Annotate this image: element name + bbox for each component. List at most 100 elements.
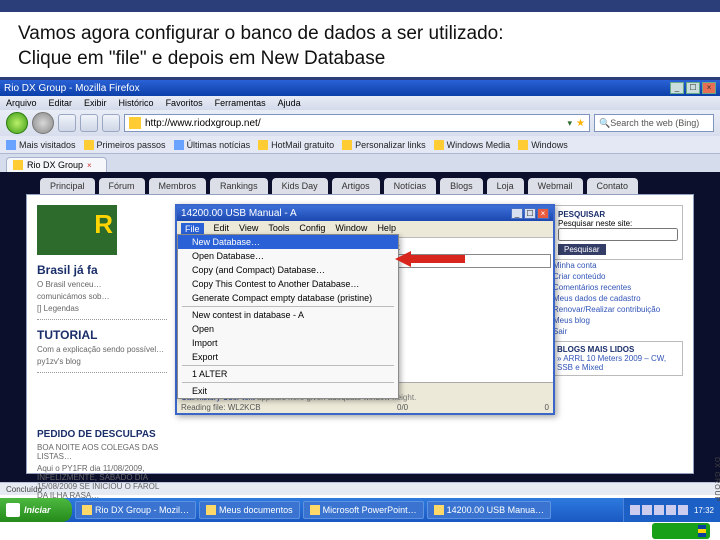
link-my-account[interactable]: Minha conta <box>553 260 683 271</box>
link-my-blog[interactable]: Meus blog <box>553 315 683 326</box>
firefox-menubar: Arquivo Editar Exibir Histórico Favorito… <box>0 96 720 110</box>
page-icon <box>258 140 268 150</box>
n1mm-window: 14200.00 USB Manual - A _ ☐ × File Edit … <box>175 204 555 415</box>
tab-close-icon[interactable]: × <box>87 161 92 170</box>
nav-kidsday[interactable]: Kids Day <box>272 178 328 194</box>
bm-latest-news[interactable]: Últimas notícias <box>174 140 251 150</box>
nav-webmail[interactable]: Webmail <box>528 178 583 194</box>
site-favicon <box>129 117 141 129</box>
star-icon[interactable]: ★ <box>576 118 585 129</box>
nav-loja[interactable]: Loja <box>487 178 524 194</box>
link-create-content[interactable]: Criar conteúdo <box>553 271 683 282</box>
tray-icon[interactable] <box>678 505 688 515</box>
headline: Brasil já fa <box>37 263 167 277</box>
firefox-titlebar: Rio DX Group - Mozilla Firefox _ ☐ × <box>0 80 720 96</box>
nav-noticias[interactable]: Notícias <box>384 178 437 194</box>
link-my-data[interactable]: Meus dados de cadastro <box>553 293 683 304</box>
app-icon <box>434 505 444 515</box>
reload-button[interactable] <box>58 114 76 132</box>
browser-tab[interactable]: Rio DX Group × <box>6 157 107 172</box>
legendas-link[interactable]: [] Legendas <box>37 304 167 313</box>
menu-new-contest[interactable]: New contest in database - A <box>178 308 398 322</box>
box-heading: BLOGS MAIS LIDOS <box>557 345 679 354</box>
search-engine-icon: 🔍 <box>599 118 610 129</box>
minimize-button[interactable]: _ <box>670 82 684 94</box>
menu-bookmarks[interactable]: Favoritos <box>166 98 203 108</box>
start-label: Iniciar <box>24 505 51 515</box>
menu-help[interactable]: Ajuda <box>278 98 301 108</box>
page-icon <box>84 140 94 150</box>
bm-personalize[interactable]: Personalizar links <box>342 140 426 150</box>
brand-vertical-text: DX GROUP <box>713 457 720 502</box>
nav-principal[interactable]: Principal <box>40 178 95 194</box>
box-item[interactable]: » ARRL 10 Meters 2009 – CW, SSB e Mixed <box>557 354 679 372</box>
back-button[interactable] <box>6 112 28 134</box>
tutorial-heading: TUTORIAL <box>37 328 167 342</box>
url-dropdown-icon[interactable]: ▾ <box>568 118 573 129</box>
tray-icon[interactable] <box>654 505 664 515</box>
tray-icon[interactable] <box>642 505 652 515</box>
nav-rankings[interactable]: Rankings <box>210 178 268 194</box>
page-icon <box>434 140 444 150</box>
tab-favicon <box>13 160 23 170</box>
site-search-button[interactable]: Pesquisar <box>558 244 606 255</box>
menu-open-database[interactable]: Open Database… <box>178 249 398 263</box>
menu-history[interactable]: Histórico <box>119 98 154 108</box>
n1mm-close[interactable]: × <box>537 208 549 219</box>
status-mid: 0/0 <box>397 403 408 412</box>
instruction-line1: Vamos agora configurar o banco de dados … <box>18 22 702 47</box>
bm-most-visited[interactable]: Mais visitados <box>6 140 76 150</box>
menu-file[interactable]: Arquivo <box>6 98 37 108</box>
link-logout[interactable]: Sair <box>553 326 683 337</box>
nav-contato[interactable]: Contato <box>587 178 639 194</box>
url-text: http://www.riodxgroup.net/ <box>145 118 261 129</box>
blog-byline[interactable]: py1zv's blog <box>37 357 167 366</box>
tray-icon[interactable] <box>630 505 640 515</box>
nav-artigos[interactable]: Artigos <box>332 178 380 194</box>
maximize-button[interactable]: ☐ <box>686 82 700 94</box>
close-button[interactable]: × <box>702 82 716 94</box>
menu-copy-contest[interactable]: Copy This Contest to Another Database… <box>178 277 398 291</box>
forward-button[interactable] <box>32 112 54 134</box>
site-search-input[interactable] <box>558 228 678 241</box>
search-box[interactable]: 🔍 Search the web (Bing) <box>594 114 714 132</box>
tray-icon[interactable] <box>666 505 676 515</box>
url-bar[interactable]: http://www.riodxgroup.net/ ▾ ★ <box>124 114 590 132</box>
menu-import[interactable]: Import <box>178 336 398 350</box>
menu-copy-compact[interactable]: Copy (and Compact) Database… <box>178 263 398 277</box>
taskbar-powerpoint[interactable]: Microsoft PowerPoint… <box>303 501 424 519</box>
menu-tools[interactable]: Ferramentas <box>215 98 266 108</box>
n1mm-maximize[interactable]: ☐ <box>524 208 536 219</box>
menu-exit[interactable]: Exit <box>178 384 398 398</box>
nav-blogs[interactable]: Blogs <box>440 178 483 194</box>
stop-button[interactable] <box>80 114 98 132</box>
n1mm-minimize[interactable]: _ <box>511 208 523 219</box>
bm-hotmail[interactable]: HotMail gratuito <box>258 140 334 150</box>
menu-new-database[interactable]: New Database… <box>178 235 398 249</box>
link-recent-comments[interactable]: Comentários recentes <box>553 282 683 293</box>
bm-windows[interactable]: Windows <box>518 140 568 150</box>
firefox-icon <box>82 505 92 515</box>
link-renew[interactable]: Renovar/Realizar contribuição <box>553 304 683 315</box>
bm-wmp[interactable]: Windows Media <box>434 140 511 150</box>
menu-edit[interactable]: Editar <box>49 98 73 108</box>
tutorial-sub: Com a explicação sendo possível… <box>37 345 167 354</box>
home-button[interactable] <box>102 114 120 132</box>
menu-export[interactable]: Export <box>178 350 398 364</box>
pedido-heading: PEDIDO DE DESCULPAS <box>37 429 167 440</box>
status-right: 0 <box>545 403 549 412</box>
menu-view[interactable]: Exibir <box>84 98 107 108</box>
taskbar-firefox[interactable]: Rio DX Group - Mozil… <box>75 501 196 519</box>
menu-open[interactable]: Open <box>178 322 398 336</box>
menu-generate-pristine[interactable]: Generate Compact empty database (pristin… <box>178 291 398 305</box>
ppt-icon <box>310 505 320 515</box>
file-dropdown-menu: New Database… Open Database… Copy (and C… <box>177 234 399 399</box>
slide-footer <box>0 522 720 540</box>
nav-forum[interactable]: Fórum <box>99 178 145 194</box>
start-button[interactable]: Iniciar <box>0 498 72 522</box>
bm-first-steps[interactable]: Primeiros passos <box>84 140 166 150</box>
menu-recent-1[interactable]: 1 ALTER <box>178 367 398 381</box>
taskbar-documents[interactable]: Meus documentos <box>199 501 300 519</box>
nav-membros[interactable]: Membros <box>149 178 207 194</box>
taskbar-n1mm[interactable]: 14200.00 USB Manua… <box>427 501 552 519</box>
